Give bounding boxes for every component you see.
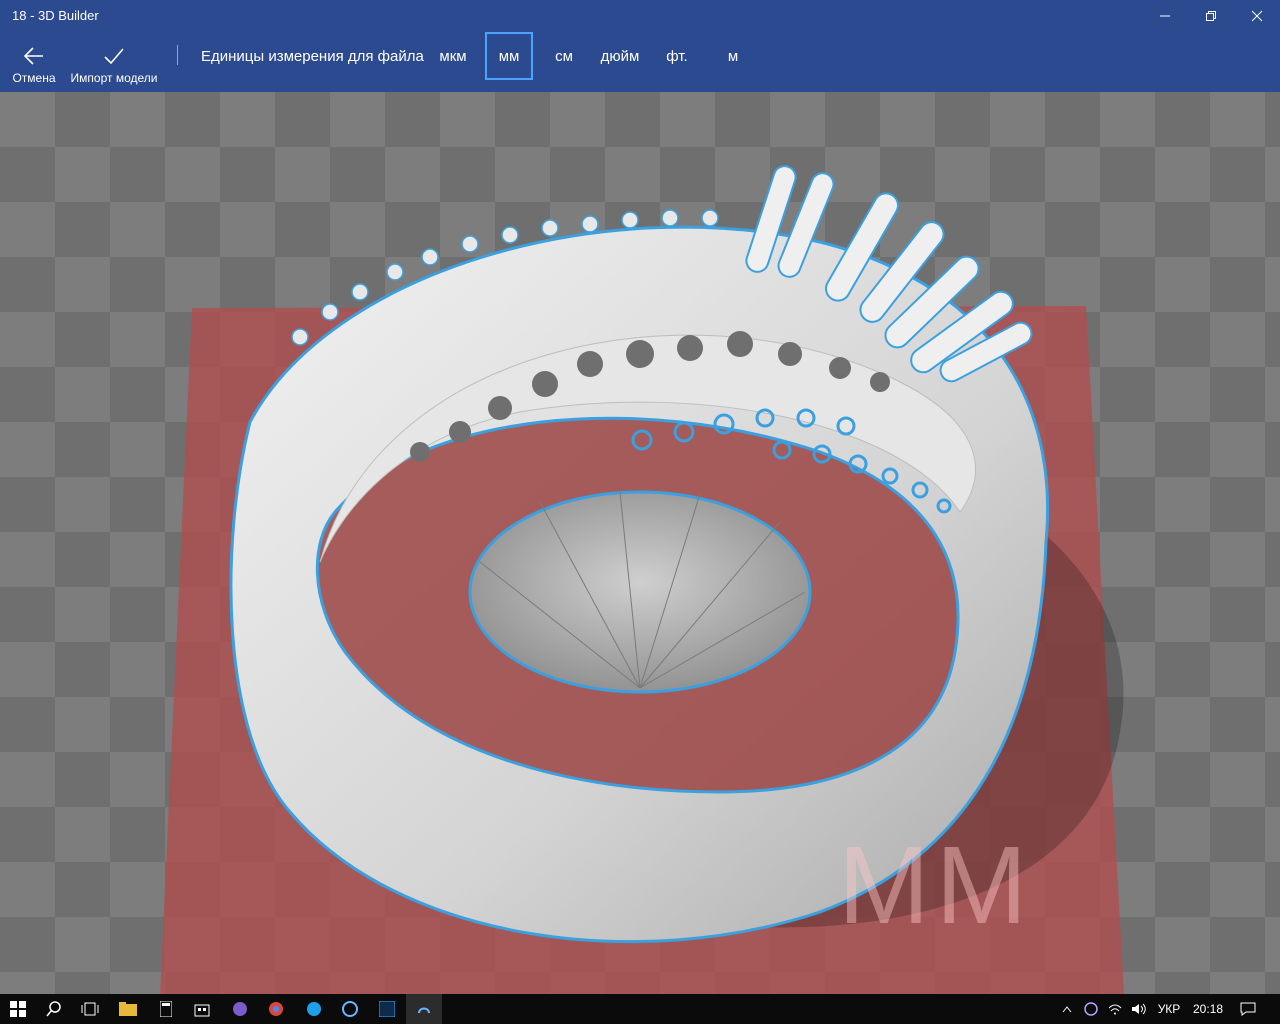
viber-tray-icon bbox=[1084, 1002, 1098, 1016]
chrome-icon bbox=[269, 1002, 283, 1016]
close-icon bbox=[1251, 10, 1263, 22]
restore-button[interactable] bbox=[1188, 0, 1234, 32]
chrome-button[interactable] bbox=[258, 994, 294, 1024]
taskbar: УКР 20:18 bbox=[0, 994, 1280, 1024]
checkmark-icon bbox=[104, 48, 124, 65]
clock[interactable]: 20:18 bbox=[1188, 994, 1228, 1024]
viber-icon bbox=[233, 1002, 247, 1016]
file-explorer-icon bbox=[119, 1002, 137, 1016]
action-center-button[interactable] bbox=[1236, 994, 1260, 1024]
import-model-label: Импорт модели bbox=[70, 71, 158, 85]
back-arrow-icon bbox=[23, 47, 43, 65]
skype-button[interactable] bbox=[296, 994, 332, 1024]
volume-button[interactable] bbox=[1130, 994, 1148, 1024]
floor-unit-label: MM bbox=[838, 824, 1034, 947]
app-button[interactable] bbox=[332, 994, 368, 1024]
window-title: 18 - 3D Builder bbox=[12, 8, 99, 23]
volume-icon bbox=[1132, 1003, 1146, 1015]
skype-icon bbox=[307, 1002, 321, 1016]
start-button[interactable] bbox=[0, 994, 36, 1024]
input-language-button[interactable]: УКР bbox=[1152, 994, 1186, 1024]
toolbar-separator bbox=[177, 45, 178, 65]
close-button[interactable] bbox=[1234, 0, 1280, 32]
calculator-icon bbox=[160, 1001, 172, 1017]
search-icon bbox=[46, 1001, 61, 1017]
app-bar: 18 - 3D Builder Отмена Импорт модели Еди… bbox=[0, 0, 1280, 92]
search-button[interactable] bbox=[36, 994, 72, 1024]
unit-centimeter-button[interactable]: см bbox=[543, 32, 585, 80]
unit-foot-button[interactable]: фт. bbox=[656, 32, 698, 80]
units-label: Единицы измерения для файла bbox=[201, 48, 424, 65]
wifi-icon bbox=[1108, 1004, 1122, 1015]
photoshop-button[interactable] bbox=[369, 994, 405, 1024]
minimize-icon bbox=[1160, 15, 1170, 17]
file-explorer-button[interactable] bbox=[110, 994, 146, 1024]
store-button[interactable] bbox=[184, 994, 220, 1024]
show-hidden-icons-button[interactable] bbox=[1058, 994, 1076, 1024]
center-gem bbox=[468, 490, 812, 694]
import-model-button[interactable]: Импорт модели bbox=[68, 40, 160, 88]
chevron-up-icon bbox=[1062, 1006, 1072, 1013]
unit-meter-button[interactable]: м bbox=[712, 32, 754, 80]
viber-button[interactable] bbox=[222, 994, 258, 1024]
photoshop-icon bbox=[379, 1001, 395, 1017]
app-icon bbox=[342, 1001, 358, 1017]
notification-icon bbox=[1240, 1002, 1256, 1016]
unit-millimeter-button[interactable]: мм bbox=[485, 32, 533, 80]
scene-canvas bbox=[160, 165, 1124, 994]
unit-micrometer-button[interactable]: мкм bbox=[430, 32, 476, 80]
start-icon bbox=[10, 1001, 26, 1017]
restore-icon bbox=[1206, 11, 1216, 21]
minimize-button[interactable] bbox=[1142, 0, 1188, 32]
task-view-icon bbox=[81, 1002, 99, 1016]
calculator-button[interactable] bbox=[148, 994, 184, 1024]
3d-builder-icon bbox=[418, 1007, 430, 1014]
3d-builder-button[interactable] bbox=[406, 994, 442, 1024]
unit-inch-button[interactable]: дюйм bbox=[596, 32, 644, 80]
3d-viewport[interactable]: MM bbox=[0, 92, 1280, 994]
task-view-button[interactable] bbox=[72, 994, 108, 1024]
store-icon bbox=[194, 1004, 210, 1017]
network-button[interactable] bbox=[1106, 994, 1124, 1024]
viber-tray-button[interactable] bbox=[1082, 994, 1100, 1024]
